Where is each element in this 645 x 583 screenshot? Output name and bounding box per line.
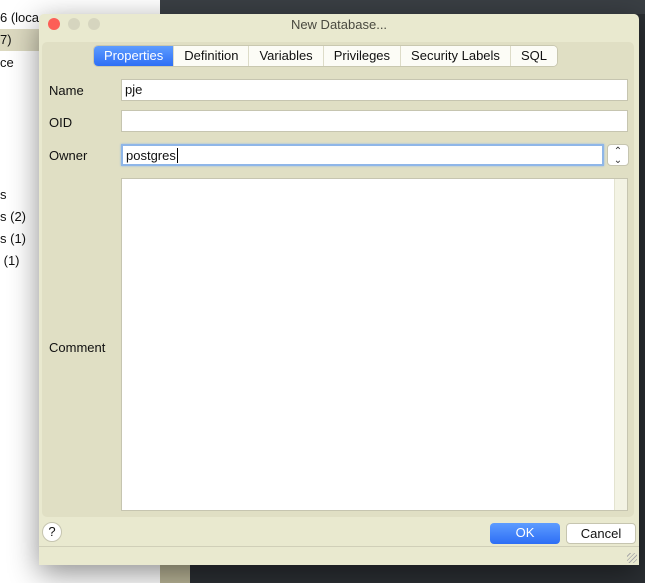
background-splitter — [160, 565, 190, 583]
comment-textarea[interactable] — [121, 178, 628, 511]
name-input[interactable]: pje — [121, 79, 628, 101]
tab-sql[interactable]: SQL — [510, 46, 557, 66]
owner-combobox[interactable]: postgres — [121, 144, 604, 166]
tree-item[interactable]: ce — [0, 55, 14, 70]
owner-dropdown-button[interactable]: ⌃ ⌄ — [607, 144, 629, 166]
tab-definition[interactable]: Definition — [174, 46, 250, 66]
tree-item[interactable]: 7) — [0, 32, 12, 47]
text-cursor — [176, 148, 178, 163]
chevron-up-down-icon: ⌃ ⌄ — [613, 146, 623, 166]
cancel-button[interactable]: Cancel — [566, 523, 636, 544]
name-label: Name — [49, 83, 84, 98]
title-bar: New Database... — [39, 14, 639, 35]
new-database-dialog: New Database... Properties Definition Va… — [39, 14, 639, 565]
owner-value: postgres — [126, 148, 176, 163]
close-window-icon[interactable] — [48, 18, 60, 30]
resize-grip-icon[interactable] — [627, 553, 637, 563]
status-bar — [39, 546, 639, 565]
owner-label: Owner — [49, 148, 88, 163]
tab-bar: Properties Definition Variables Privileg… — [93, 45, 558, 67]
oid-input[interactable] — [121, 110, 628, 132]
tab-properties[interactable]: Properties — [94, 46, 175, 66]
tree-item[interactable]: 6 (loca — [0, 10, 39, 25]
ok-button[interactable]: OK — [490, 523, 560, 544]
tree-item[interactable]: s (2) — [0, 209, 26, 224]
zoom-window-icon[interactable] — [88, 18, 100, 30]
tab-security-labels[interactable]: Security Labels — [401, 46, 511, 66]
minimize-window-icon[interactable] — [68, 18, 80, 30]
tree-item[interactable]: s — [0, 187, 7, 202]
tab-privileges[interactable]: Privileges — [323, 46, 402, 66]
tree-item[interactable]: s (1) — [0, 231, 26, 246]
help-button[interactable]: ? — [42, 522, 62, 542]
tree-item[interactable]: (1) — [0, 253, 20, 268]
dialog-title: New Database... — [290, 17, 388, 32]
comment-label: Comment — [49, 340, 106, 355]
tab-variables[interactable]: Variables — [249, 46, 324, 66]
oid-label: OID — [49, 115, 73, 130]
comment-scrollbar[interactable] — [614, 179, 627, 510]
